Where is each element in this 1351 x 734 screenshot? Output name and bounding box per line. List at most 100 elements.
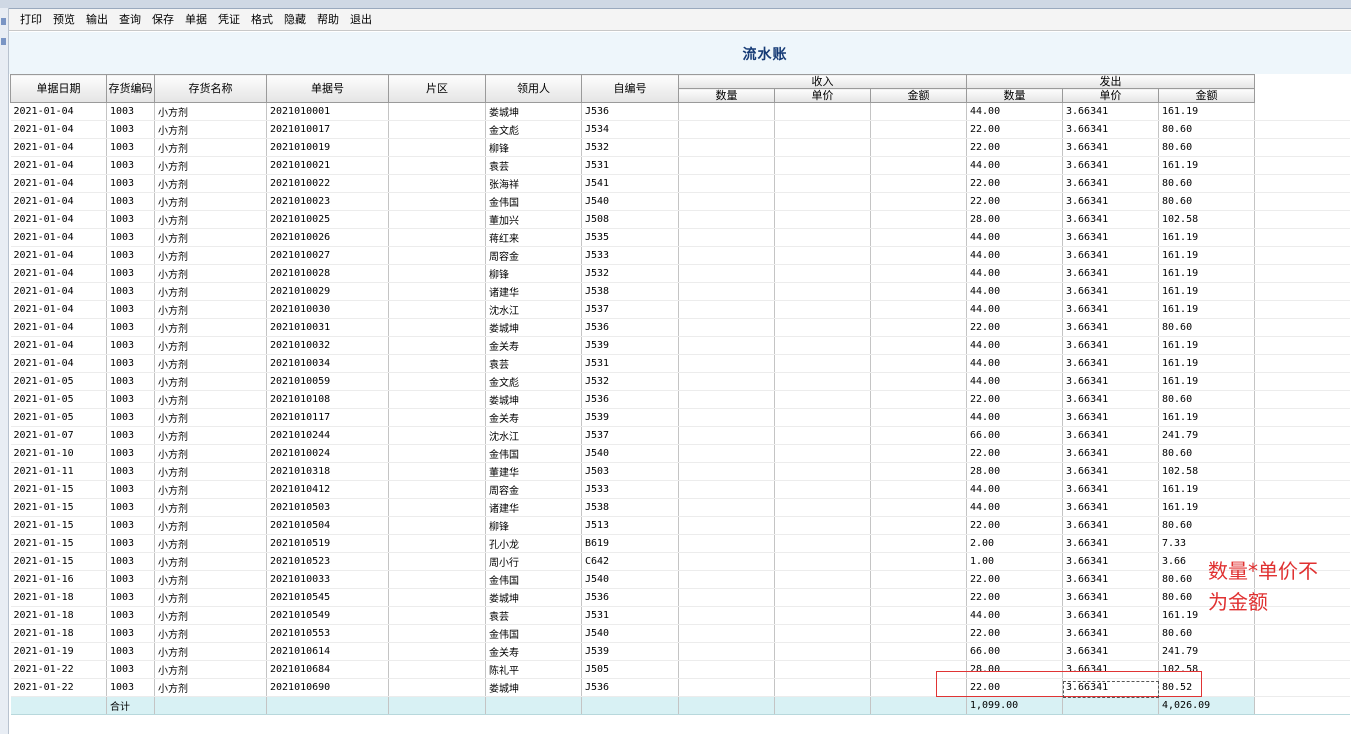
cell-in-price[interactable] (774, 390, 871, 409)
cell-out-price[interactable]: 3.66341 (1062, 318, 1159, 337)
cell-date[interactable]: 2021-01-16 (10, 570, 107, 589)
cell-out-qty[interactable]: 44.00 (966, 372, 1063, 391)
col-header-self-no[interactable]: 自编号 (581, 74, 679, 103)
cell-code[interactable]: 1003 (106, 120, 155, 139)
cell-selfno[interactable]: J537 (581, 426, 679, 445)
cell-selfno[interactable]: J539 (581, 408, 679, 427)
cell-receiver[interactable]: 金伟国 (485, 624, 582, 643)
cell-area[interactable] (388, 300, 486, 319)
table-row[interactable]: 2021-01-15 1003 小方剂 2021010412 周容金 J533 44.00 3… (10, 480, 1350, 499)
cell-in-amount[interactable] (870, 678, 967, 697)
cell-in-qty[interactable] (678, 174, 775, 193)
cell-area[interactable] (388, 408, 486, 427)
table-row[interactable]: 2021-01-05 1003 小方剂 2021010117 金关寿 J539 44.00 3… (10, 408, 1350, 427)
cell-area[interactable] (388, 390, 486, 409)
cell-out-amount[interactable]: 161.19 (1158, 498, 1255, 517)
cell-doc[interactable]: 2021010108 (266, 390, 389, 409)
table-row[interactable]: 2021-01-05 1003 小方剂 2021010108 娄城坤 J536 22.00 3… (10, 390, 1350, 409)
cell-area[interactable] (388, 336, 486, 355)
cell-doc[interactable]: 2021010117 (266, 408, 389, 427)
col-header-out-amount[interactable]: 金额 (1158, 88, 1255, 103)
cell-out-qty[interactable]: 44.00 (966, 480, 1063, 499)
cell-in-qty[interactable] (678, 228, 775, 247)
menu-hide[interactable]: 隐藏 (279, 9, 312, 31)
cell-out-amount[interactable]: 161.19 (1158, 372, 1255, 391)
cell-in-price[interactable] (774, 534, 871, 553)
cell-code[interactable]: 1003 (106, 552, 155, 571)
cell-name[interactable]: 小方剂 (154, 120, 267, 139)
cell-name[interactable]: 小方剂 (154, 642, 267, 661)
cell-receiver[interactable]: 诸建华 (485, 282, 582, 301)
cell-area[interactable] (388, 660, 486, 679)
cell-out-qty[interactable]: 44.00 (966, 606, 1063, 625)
menu-export[interactable]: 输出 (81, 9, 114, 31)
cell-out-qty[interactable]: 44.00 (966, 264, 1063, 283)
cell-out-qty[interactable]: 44.00 (966, 498, 1063, 517)
cell-code[interactable]: 1003 (106, 480, 155, 499)
cell-in-price[interactable] (774, 444, 871, 463)
cell-in-amount[interactable] (870, 390, 967, 409)
cell-in-price[interactable] (774, 156, 871, 175)
cell-doc[interactable]: 2021010549 (266, 606, 389, 625)
cell-name[interactable]: 小方剂 (154, 660, 267, 679)
table-row[interactable]: 2021-01-05 1003 小方剂 2021010059 金文彪 J532 44.00 3… (10, 372, 1350, 391)
cell-out-qty[interactable]: 44.00 (966, 156, 1063, 175)
cell-selfno[interactable]: C642 (581, 552, 679, 571)
cell-doc[interactable]: 2021010017 (266, 120, 389, 139)
table-row[interactable]: 2021-01-04 1003 小方剂 2021010032 金关寿 J539 44.00 3… (10, 336, 1350, 355)
cell-in-price[interactable] (774, 192, 871, 211)
cell-in-amount[interactable] (870, 138, 967, 157)
menu-help[interactable]: 帮助 (312, 9, 345, 31)
cell-in-price[interactable] (774, 174, 871, 193)
col-header-in-amount[interactable]: 金额 (870, 88, 967, 103)
cell-in-amount[interactable] (870, 498, 967, 517)
cell-area[interactable] (388, 678, 486, 697)
cell-area[interactable] (388, 516, 486, 535)
menu-document[interactable]: 单据 (180, 9, 213, 31)
cell-area[interactable] (388, 642, 486, 661)
cell-receiver[interactable]: 袁芸 (485, 354, 582, 373)
cell-out-price[interactable]: 3.66341 (1062, 156, 1159, 175)
cell-area[interactable] (388, 354, 486, 373)
cell-area[interactable] (388, 264, 486, 283)
cell-code[interactable]: 1003 (106, 660, 155, 679)
cell-out-price[interactable]: 3.66341 (1062, 678, 1159, 697)
cell-out-price[interactable]: 3.66341 (1062, 120, 1159, 139)
cell-code[interactable]: 1003 (106, 318, 155, 337)
cell-out-amount[interactable]: 241.79 (1158, 642, 1255, 661)
cell-code[interactable]: 1003 (106, 336, 155, 355)
menu-print[interactable]: 打印 (15, 9, 48, 31)
cell-doc[interactable]: 2021010684 (266, 660, 389, 679)
cell-name[interactable]: 小方剂 (154, 462, 267, 481)
cell-area[interactable] (388, 120, 486, 139)
cell-doc[interactable]: 2021010503 (266, 498, 389, 517)
cell-receiver[interactable]: 诸建华 (485, 498, 582, 517)
cell-date[interactable]: 2021-01-04 (10, 102, 107, 121)
cell-doc[interactable]: 2021010022 (266, 174, 389, 193)
cell-selfno[interactable]: J536 (581, 318, 679, 337)
cell-selfno[interactable]: J533 (581, 480, 679, 499)
cell-out-price[interactable]: 3.66341 (1062, 408, 1159, 427)
col-header-receiver[interactable]: 领用人 (485, 74, 582, 103)
cell-in-qty[interactable] (678, 138, 775, 157)
cell-in-qty[interactable] (678, 246, 775, 265)
cell-receiver[interactable]: 董建华 (485, 462, 582, 481)
cell-out-price[interactable]: 3.66341 (1062, 660, 1159, 679)
cell-name[interactable]: 小方剂 (154, 624, 267, 643)
cell-in-qty[interactable] (678, 516, 775, 535)
cell-code[interactable]: 1003 (106, 192, 155, 211)
cell-in-qty[interactable] (678, 498, 775, 517)
cell-area[interactable] (388, 498, 486, 517)
cell-out-amount[interactable]: 161.19 (1158, 408, 1255, 427)
cell-in-qty[interactable] (678, 336, 775, 355)
cell-selfno[interactable]: J532 (581, 372, 679, 391)
cell-out-price[interactable]: 3.66341 (1062, 480, 1159, 499)
cell-date[interactable]: 2021-01-22 (10, 660, 107, 679)
cell-out-amount[interactable]: 80.52 (1158, 678, 1255, 697)
cell-receiver[interactable]: 沈水江 (485, 426, 582, 445)
cell-date[interactable]: 2021-01-04 (10, 354, 107, 373)
cell-name[interactable]: 小方剂 (154, 552, 267, 571)
cell-date[interactable]: 2021-01-04 (10, 192, 107, 211)
cell-date[interactable]: 2021-01-18 (10, 624, 107, 643)
cell-date[interactable]: 2021-01-22 (10, 678, 107, 697)
